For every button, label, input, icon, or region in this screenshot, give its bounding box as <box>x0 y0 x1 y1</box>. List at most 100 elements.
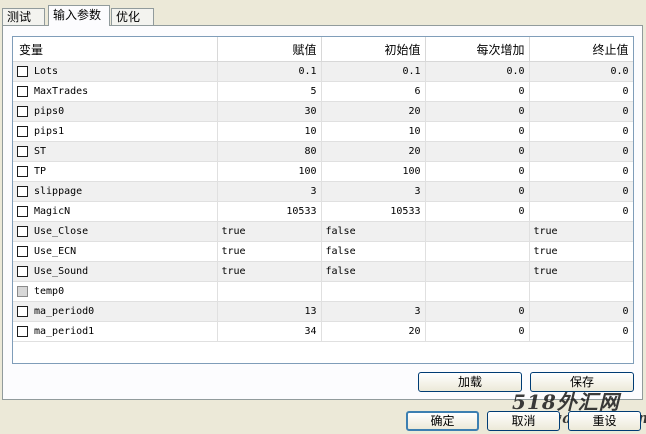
param-start-cell[interactable]: 0.1 <box>321 61 426 82</box>
tab-optimize[interactable]: 优化 <box>111 8 154 25</box>
param-stop-cell[interactable]: true <box>529 241 633 262</box>
table-row[interactable]: Use_Close true false true <box>13 221 633 242</box>
col-header-stop[interactable]: 终止值 <box>529 37 633 62</box>
param-name-cell[interactable]: Lots <box>13 61 218 82</box>
tab-test[interactable]: 测试 <box>2 8 45 25</box>
param-stop-cell[interactable]: 0 <box>529 101 633 122</box>
param-step-cell[interactable]: 0 <box>425 321 530 342</box>
param-name-cell[interactable]: ma_period1 <box>13 321 218 342</box>
param-name-cell[interactable]: MagicN <box>13 201 218 222</box>
table-row[interactable]: ma_period0 13 3 0 0 <box>13 301 633 322</box>
optimize-checkbox[interactable] <box>17 205 28 217</box>
param-step-cell[interactable] <box>425 241 530 262</box>
col-header-variable[interactable]: 变量 <box>13 37 218 62</box>
param-stop-cell[interactable]: 0 <box>529 161 633 182</box>
optimize-checkbox[interactable] <box>17 65 28 77</box>
param-start-cell[interactable]: false <box>321 261 426 282</box>
param-step-cell[interactable]: 0.0 <box>425 61 530 82</box>
param-stop-cell[interactable] <box>529 281 633 302</box>
param-name-cell[interactable]: pips0 <box>13 101 218 122</box>
load-button[interactable]: 加载 <box>418 372 522 392</box>
param-stop-cell[interactable]: true <box>529 221 633 242</box>
param-step-cell[interactable]: 0 <box>425 121 530 142</box>
table-row[interactable]: Lots 0.1 0.1 0.0 0.0 <box>13 61 633 82</box>
tab-input-params[interactable]: 输入参数 <box>48 5 110 26</box>
save-button[interactable]: 保存 <box>530 372 634 392</box>
table-row[interactable]: temp0 <box>13 281 633 302</box>
param-stop-cell[interactable]: 0.0 <box>529 61 633 82</box>
param-start-cell[interactable]: 20 <box>321 141 426 162</box>
param-name-cell[interactable]: ST <box>13 141 218 162</box>
reset-button[interactable]: 重设 <box>568 411 641 431</box>
table-row[interactable]: MaxTrades 5 6 0 0 <box>13 81 633 102</box>
param-name-cell[interactable]: MaxTrades <box>13 81 218 102</box>
param-step-cell[interactable]: 0 <box>425 201 530 222</box>
optimize-checkbox[interactable] <box>17 265 28 277</box>
table-row[interactable]: ST 80 20 0 0 <box>13 141 633 162</box>
param-name-cell[interactable]: Use_Sound <box>13 261 218 282</box>
table-row[interactable]: MagicN 10533 10533 0 0 <box>13 201 633 222</box>
optimize-checkbox[interactable] <box>17 245 28 257</box>
param-start-cell[interactable] <box>321 281 426 302</box>
param-step-cell[interactable]: 0 <box>425 301 530 322</box>
param-step-cell[interactable] <box>425 221 530 242</box>
param-name-cell[interactable]: pips1 <box>13 121 218 142</box>
param-stop-cell[interactable]: 0 <box>529 321 633 342</box>
param-start-cell[interactable]: 20 <box>321 321 426 342</box>
param-stop-cell[interactable]: 0 <box>529 301 633 322</box>
param-value-cell[interactable]: true <box>217 261 322 282</box>
param-step-cell[interactable]: 0 <box>425 181 530 202</box>
table-row[interactable]: TP 100 100 0 0 <box>13 161 633 182</box>
param-value-cell[interactable]: 5 <box>217 81 322 102</box>
optimize-checkbox[interactable] <box>17 325 28 337</box>
param-name-cell[interactable]: TP <box>13 161 218 182</box>
table-row[interactable]: pips1 10 10 0 0 <box>13 121 633 142</box>
param-stop-cell[interactable]: 0 <box>529 201 633 222</box>
param-name-cell[interactable]: Use_ECN <box>13 241 218 262</box>
param-stop-cell[interactable]: 0 <box>529 81 633 102</box>
optimize-checkbox[interactable] <box>17 165 28 177</box>
col-header-value[interactable]: 赋值 <box>217 37 322 62</box>
param-step-cell[interactable]: 0 <box>425 161 530 182</box>
table-row[interactable]: Use_ECN true false true <box>13 241 633 262</box>
param-value-cell[interactable]: 30 <box>217 101 322 122</box>
param-value-cell[interactable]: true <box>217 221 322 242</box>
optimize-checkbox[interactable] <box>17 145 28 157</box>
optimize-checkbox[interactable] <box>17 305 28 317</box>
param-name-cell[interactable]: slippage <box>13 181 218 202</box>
param-name-cell[interactable]: ma_period0 <box>13 301 218 322</box>
param-start-cell[interactable]: 10533 <box>321 201 426 222</box>
ok-button[interactable]: 确定 <box>406 411 479 431</box>
table-row[interactable]: pips0 30 20 0 0 <box>13 101 633 122</box>
param-value-cell[interactable]: 10533 <box>217 201 322 222</box>
param-value-cell[interactable]: 34 <box>217 321 322 342</box>
param-start-cell[interactable]: 20 <box>321 101 426 122</box>
param-name-cell[interactable]: Use_Close <box>13 221 218 242</box>
optimize-checkbox[interactable] <box>17 225 28 237</box>
param-stop-cell[interactable]: 0 <box>529 121 633 142</box>
param-stop-cell[interactable]: 0 <box>529 141 633 162</box>
param-stop-cell[interactable]: true <box>529 261 633 282</box>
param-value-cell[interactable]: 100 <box>217 161 322 182</box>
param-value-cell[interactable]: 3 <box>217 181 322 202</box>
cancel-button[interactable]: 取消 <box>487 411 560 431</box>
param-step-cell[interactable] <box>425 261 530 282</box>
optimize-checkbox[interactable] <box>17 85 28 97</box>
param-value-cell[interactable]: 13 <box>217 301 322 322</box>
param-value-cell[interactable]: 80 <box>217 141 322 162</box>
param-start-cell[interactable]: false <box>321 241 426 262</box>
optimize-checkbox[interactable] <box>17 185 28 197</box>
param-step-cell[interactable]: 0 <box>425 141 530 162</box>
param-stop-cell[interactable]: 0 <box>529 181 633 202</box>
param-value-cell[interactable] <box>217 281 322 302</box>
param-start-cell[interactable]: 3 <box>321 181 426 202</box>
param-value-cell[interactable]: true <box>217 241 322 262</box>
param-start-cell[interactable]: 6 <box>321 81 426 102</box>
table-row[interactable]: ma_period1 34 20 0 0 <box>13 321 633 342</box>
col-header-step[interactable]: 每次增加 <box>425 37 530 62</box>
param-start-cell[interactable]: 10 <box>321 121 426 142</box>
param-start-cell[interactable]: false <box>321 221 426 242</box>
param-value-cell[interactable]: 0.1 <box>217 61 322 82</box>
table-row[interactable]: slippage 3 3 0 0 <box>13 181 633 202</box>
param-step-cell[interactable]: 0 <box>425 81 530 102</box>
